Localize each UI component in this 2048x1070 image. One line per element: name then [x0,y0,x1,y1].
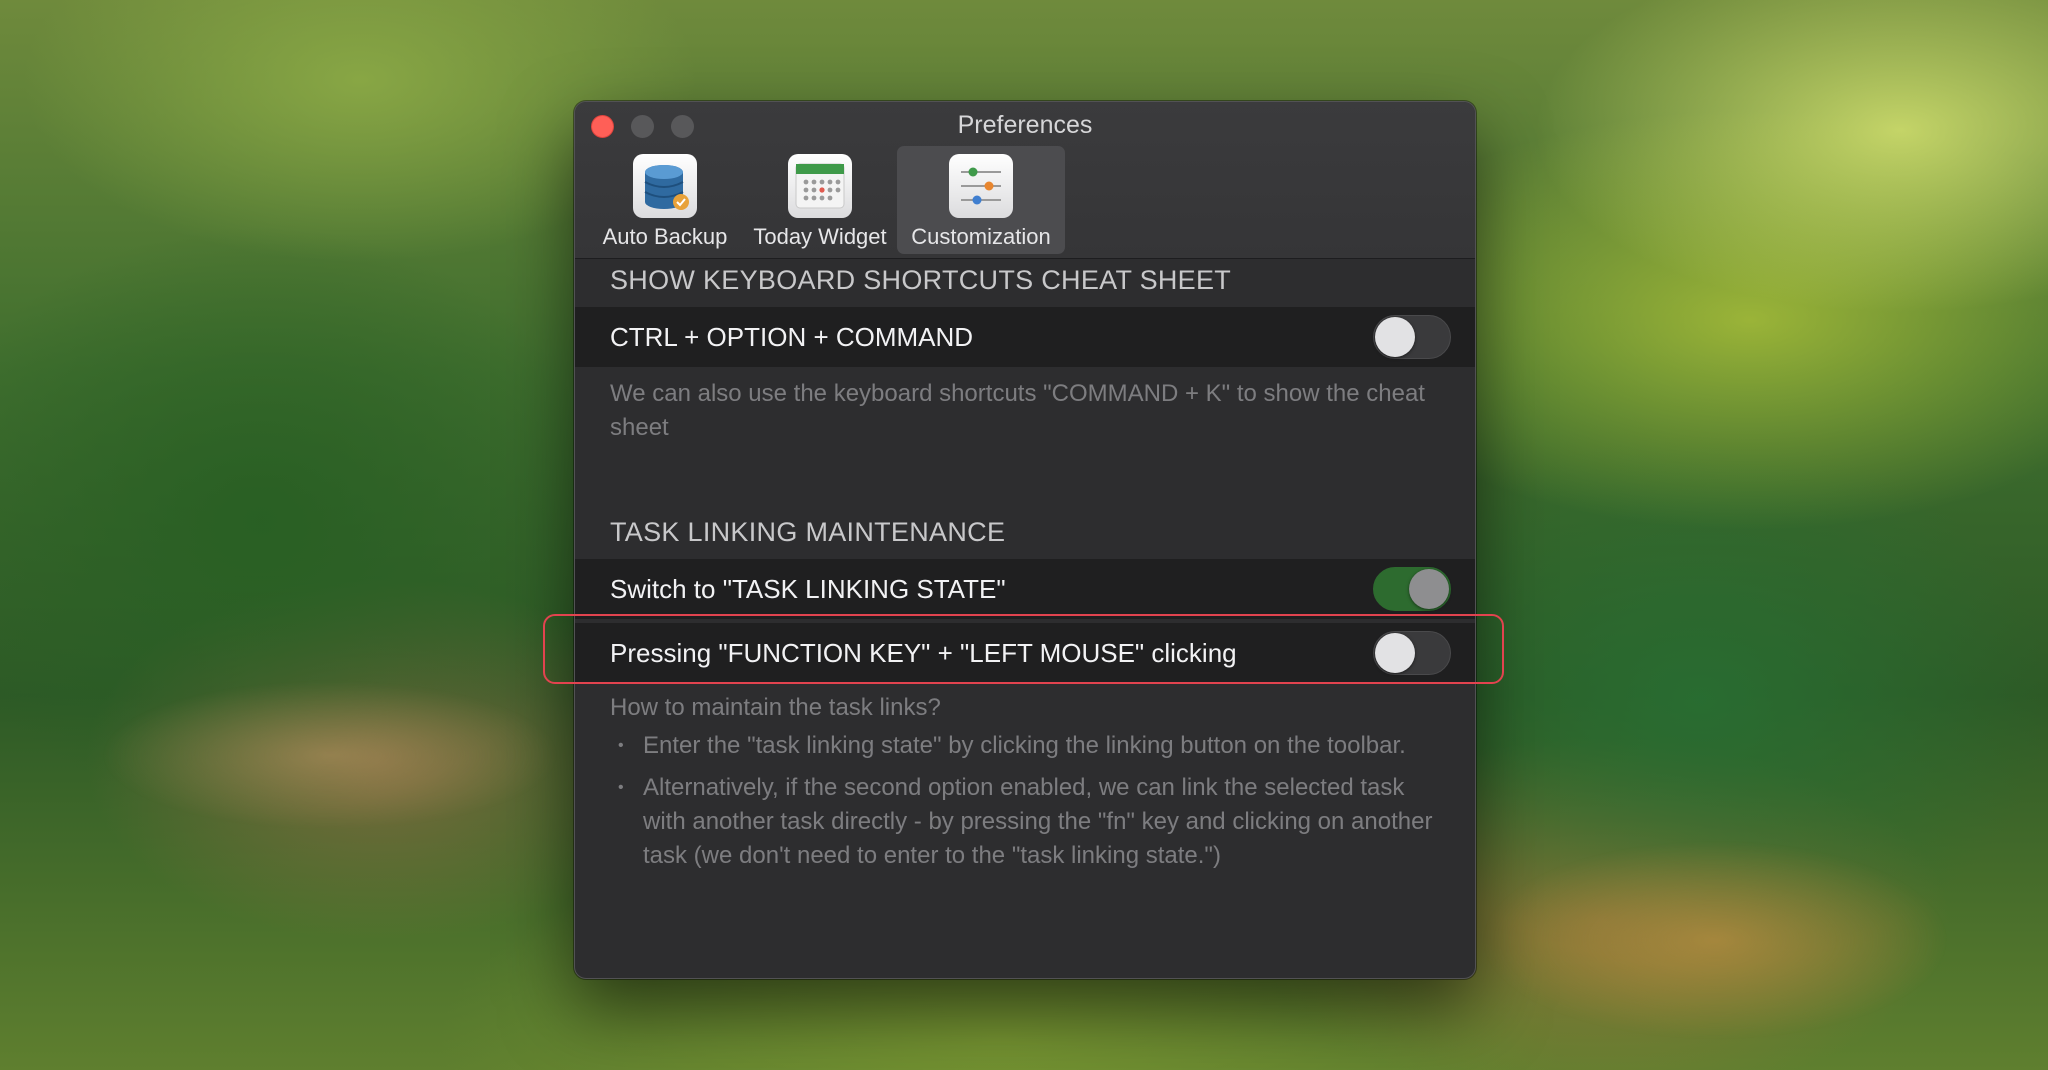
title-bar: Preferences Auto Backup Today Widget Cus… [575,102,1475,259]
toggle-knob [1375,317,1415,357]
calendar-icon [788,154,852,218]
task-links-help-list: Enter the "task linking state" by clicki… [575,725,1475,873]
preferences-toolbar: Auto Backup Today Widget Customization [587,146,1067,254]
function-key-click-toggle[interactable] [1373,631,1451,675]
window-title: Preferences [957,111,1093,139]
background-photo-village-right [1480,840,1950,1040]
cheat-sheet-shortcut-row: CTRL + OPTION + COMMAND [575,307,1475,367]
task-linking-state-label: Switch to "TASK LINKING STATE" [610,573,1006,604]
function-key-click-row: Pressing "FUNCTION KEY" + "LEFT MOUSE" c… [575,623,1475,683]
list-item: Alternatively, if the second option enab… [610,771,1435,873]
task-links-help-title: How to maintain the task links? [610,694,941,721]
tab-customization[interactable]: Customization [897,146,1065,254]
tab-today-widget-label: Today Widget [753,224,887,249]
tab-today-widget[interactable]: Today Widget [745,146,895,254]
toggle-knob [1409,569,1449,609]
toggle-knob [1375,633,1415,673]
tab-auto-backup-label: Auto Backup [602,224,728,249]
customization-pane: SHOW KEYBOARD SHORTCUTS CHEAT SHEET CTRL… [575,259,1475,873]
task-linking-section-title: TASK LINKING MAINTENANCE [610,517,1006,547]
list-item: Enter the "task linking state" by clicki… [610,729,1435,763]
tab-auto-backup[interactable]: Auto Backup [587,146,743,254]
cheat-sheet-shortcut-label: CTRL + OPTION + COMMAND [610,321,974,352]
sliders-icon [949,154,1013,218]
cheat-sheet-section-title: SHOW KEYBOARD SHORTCUTS CHEAT SHEET [610,265,1232,295]
database-icon [633,154,697,218]
background-photo-village-left [100,680,560,830]
cheat-sheet-toggle[interactable] [1373,315,1451,359]
cheat-sheet-description: We can also use the keyboard shortcuts "… [610,380,1425,441]
preferences-window: Preferences Auto Backup Today Widget Cus… [574,101,1476,979]
task-linking-state-toggle[interactable] [1373,567,1451,611]
tab-customization-label: Customization [911,224,1051,249]
function-key-click-label: Pressing "FUNCTION KEY" + "LEFT MOUSE" c… [610,637,1237,668]
task-linking-state-row: Switch to "TASK LINKING STATE" [575,559,1475,619]
